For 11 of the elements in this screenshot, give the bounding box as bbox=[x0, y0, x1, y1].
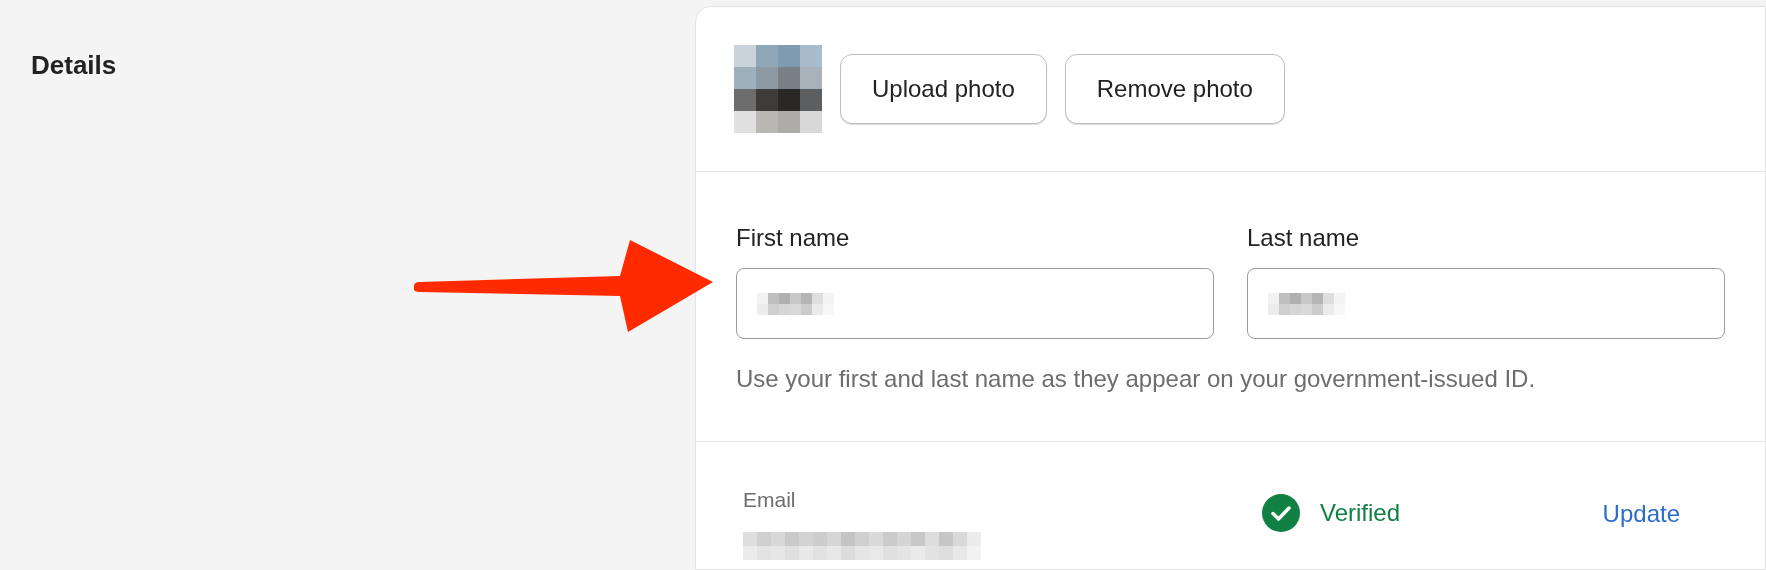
photo-button[interactable]: Remove photo bbox=[1064, 54, 1285, 124]
name-hint: Use your first and last name as they appear on your government-issued ID. bbox=[736, 364, 1537, 394]
field-label: Last name bbox=[1247, 223, 1361, 253]
name-input[interactable] bbox=[736, 268, 1214, 339]
field-label: First name bbox=[736, 223, 851, 253]
update-link[interactable]: Update bbox=[1602, 484, 1680, 532]
email-label: Email bbox=[743, 487, 797, 513]
photo-button[interactable]: Upload photo bbox=[840, 54, 1047, 124]
section-title: Details bbox=[31, 49, 118, 82]
name-input[interactable] bbox=[1247, 268, 1725, 339]
verification-status: Verified bbox=[1320, 498, 1401, 528]
